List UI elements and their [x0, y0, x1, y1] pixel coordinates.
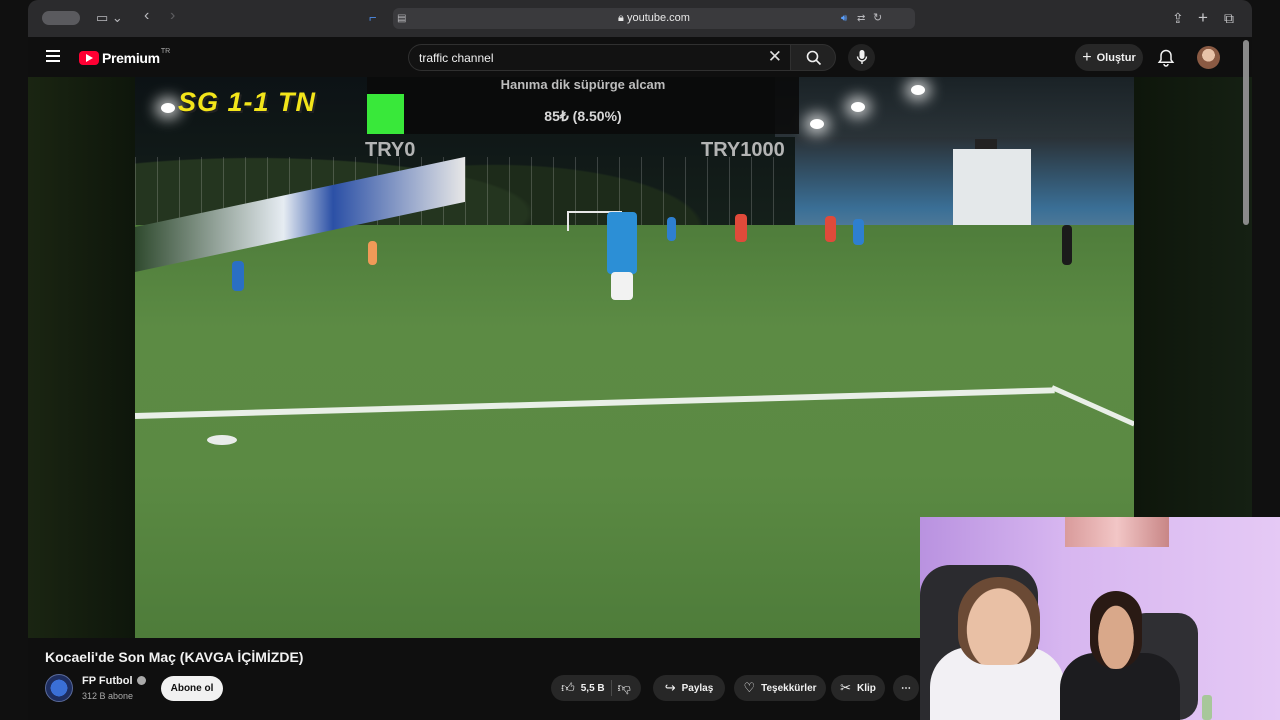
logo-text: Premium — [102, 50, 160, 66]
search-icon — [806, 50, 822, 66]
forward-icon[interactable]: › — [170, 8, 175, 24]
stadium-scoreboard — [975, 139, 997, 149]
create-button[interactable]: + Oluştur — [1075, 44, 1143, 71]
scissors-icon: ✂ — [840, 680, 851, 695]
reload-icon[interactable]: ↻ — [873, 10, 882, 26]
divider — [610, 680, 612, 696]
channel-name[interactable]: FP Futbol — [82, 675, 146, 687]
stand-roof — [775, 77, 1134, 137]
url-text: youtube.com — [626, 12, 690, 24]
player-figure — [368, 241, 377, 265]
channel-name-text: FP Futbol — [82, 675, 133, 687]
share-button[interactable]: ↪ Paylaş — [653, 675, 725, 701]
floodlight — [161, 103, 175, 113]
notifications-bell-icon[interactable] — [1156, 49, 1176, 67]
address-bar[interactable]: ▤ 🔒︎ youtube.com 🔊︎ ⇄ ↻ — [393, 8, 915, 29]
page-scrollbar[interactable] — [1243, 40, 1249, 225]
cohost-head — [1090, 591, 1142, 669]
subscriber-count: 312 B abone — [82, 691, 134, 701]
dislike-icon[interactable]: 👎︎ — [618, 680, 631, 696]
lock-icon: 🔒︎ — [618, 12, 627, 24]
sidebar-icon[interactable]: ▭ ⌄ — [96, 10, 123, 26]
menu-icon[interactable] — [46, 50, 60, 62]
youtube-logo[interactable]: Premium TR — [79, 47, 171, 66]
logo-country: TR — [160, 47, 171, 55]
tabs-icon[interactable]: ⧉ — [1224, 10, 1234, 27]
like-count[interactable]: 5,5 B — [581, 683, 605, 694]
donation-progress-text: 85₺ (8.50%) — [544, 108, 622, 124]
thanks-button[interactable]: ♡ Teşekkürler — [734, 675, 826, 701]
window-controls[interactable] — [42, 11, 80, 25]
thanks-label: Teşekkürler — [761, 682, 817, 694]
search-input[interactable] — [419, 50, 749, 66]
player-figure — [611, 272, 633, 300]
player-figure — [735, 214, 747, 242]
search-button[interactable] — [790, 44, 836, 71]
heart-icon: ♡ — [743, 680, 756, 695]
subscribe-button[interactable]: Abone ol — [161, 676, 223, 701]
extension-icon[interactable]: ⌐ — [369, 10, 377, 26]
player-figure — [853, 219, 864, 245]
floodlight — [911, 85, 925, 95]
verified-check-icon — [136, 676, 146, 685]
share-arrow-icon: ↪ — [664, 680, 676, 695]
clear-search-icon[interactable]: ✕ — [768, 48, 782, 66]
youtube-play-icon — [79, 51, 99, 65]
microphone-icon — [856, 50, 868, 64]
back-icon[interactable]: ‹ — [144, 8, 149, 24]
desktop: ▭ ⌄ ‹ › ⌐ ▤ 🔒︎ youtube.com 🔊︎ ⇄ ↻ ⇪ + ⧉ … — [0, 0, 1280, 720]
wall-poster — [1065, 517, 1169, 547]
more-actions-button[interactable]: ⋯ — [893, 675, 919, 701]
new-tab-icon[interactable]: + — [1198, 8, 1208, 28]
donation-goal-widget: Hanıma dik süpürge alcam 85₺ (8.50%) — [367, 77, 799, 134]
player-figure — [607, 212, 637, 274]
floodlight — [851, 102, 865, 112]
player-figure — [667, 217, 676, 241]
donation-goal-min: TRY0 — [365, 139, 416, 161]
player-figure — [232, 261, 244, 291]
masthead: Premium TR ✕ + Oluştur — [28, 37, 1252, 77]
more-icon: ⋯ — [901, 682, 911, 694]
score-overlay: SG 1-1 TN — [178, 87, 317, 117]
translate-icon[interactable]: ⇄ — [857, 11, 865, 27]
like-dislike-group: 👍︎ 5,5 B 👎︎ — [551, 675, 641, 701]
share-icon[interactable]: ⇪ — [1172, 10, 1184, 27]
clip-label: Klip — [857, 682, 876, 694]
donation-goal-max: TRY1000 — [701, 139, 785, 161]
plus-icon: + — [1082, 48, 1092, 66]
ball — [207, 435, 237, 445]
video-title: Kocaeli'de Son Maç (KAVGA İÇİMİZDE) — [45, 649, 304, 665]
account-avatar[interactable] — [1197, 46, 1220, 69]
audio-icon[interactable]: 🔊︎ — [841, 11, 847, 27]
clip-button[interactable]: ✂ Klip — [831, 675, 885, 701]
streamer-head — [958, 577, 1040, 665]
floodlight — [810, 119, 824, 129]
player-figure — [825, 216, 836, 242]
browser-toolbar: ▭ ⌄ ‹ › ⌐ ▤ 🔒︎ youtube.com 🔊︎ ⇄ ↻ ⇪ + ⧉ — [28, 0, 1252, 37]
channel-avatar[interactable] — [45, 674, 73, 702]
bottle — [1202, 695, 1212, 720]
webcam-overlay — [920, 517, 1280, 720]
create-label: Oluştur — [1096, 51, 1136, 64]
like-icon[interactable]: 👍︎ — [561, 680, 575, 696]
donation-title: Hanıma dik süpürge alcam — [500, 77, 666, 92]
share-label: Paylaş — [681, 682, 714, 694]
voice-search-button[interactable] — [848, 44, 875, 71]
player-figure — [1062, 225, 1072, 265]
search-box: ✕ — [408, 44, 790, 71]
